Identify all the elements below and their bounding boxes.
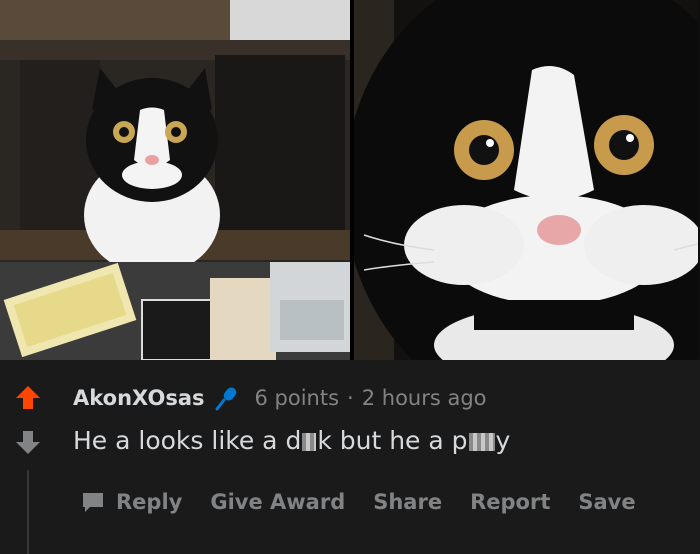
- save-button[interactable]: Save: [578, 490, 635, 514]
- comment-meta: AkonXOsas 6 points · 2 hours ago: [73, 382, 487, 414]
- comment-body: He a looks like a d k but he a p y: [73, 426, 510, 455]
- image-panel: [0, 0, 700, 360]
- comment: AkonXOsas 6 points · 2 hours ago He a lo…: [0, 360, 700, 554]
- share-button[interactable]: Share: [373, 490, 442, 514]
- downvote-button[interactable]: [10, 428, 46, 458]
- reply-label: Reply: [116, 490, 183, 514]
- censor-block: [302, 433, 317, 451]
- comment-points: 6 points: [254, 386, 340, 410]
- comment-text-part1: He a looks like a d: [73, 426, 302, 455]
- cat-table-photo: [0, 0, 350, 360]
- reply-button[interactable]: Reply: [80, 490, 182, 514]
- comment-bubble-icon: [80, 490, 106, 514]
- thread-collapse-line[interactable]: [27, 470, 29, 554]
- cat-table-illustration: [0, 0, 350, 360]
- comment-author[interactable]: AkonXOsas: [73, 386, 205, 410]
- upvote-arrow-icon: [16, 386, 40, 409]
- upvote-button[interactable]: [10, 382, 46, 412]
- downvote-arrow-icon: [16, 431, 40, 454]
- comment-time[interactable]: 2 hours ago: [362, 386, 487, 410]
- censor-block: [468, 433, 495, 451]
- comment-actions: Reply Give Award Share Report Save: [80, 490, 636, 514]
- report-button[interactable]: Report: [470, 490, 550, 514]
- meta-separator: ·: [347, 386, 354, 410]
- give-award-button[interactable]: Give Award: [210, 490, 345, 514]
- microphone-icon: [213, 384, 241, 412]
- cat-closeup-photo: [349, 0, 700, 360]
- comment-text-part3: y: [495, 426, 511, 455]
- cat-closeup-illustration: [353, 0, 698, 360]
- comment-text-part2: k but he a p: [317, 426, 468, 455]
